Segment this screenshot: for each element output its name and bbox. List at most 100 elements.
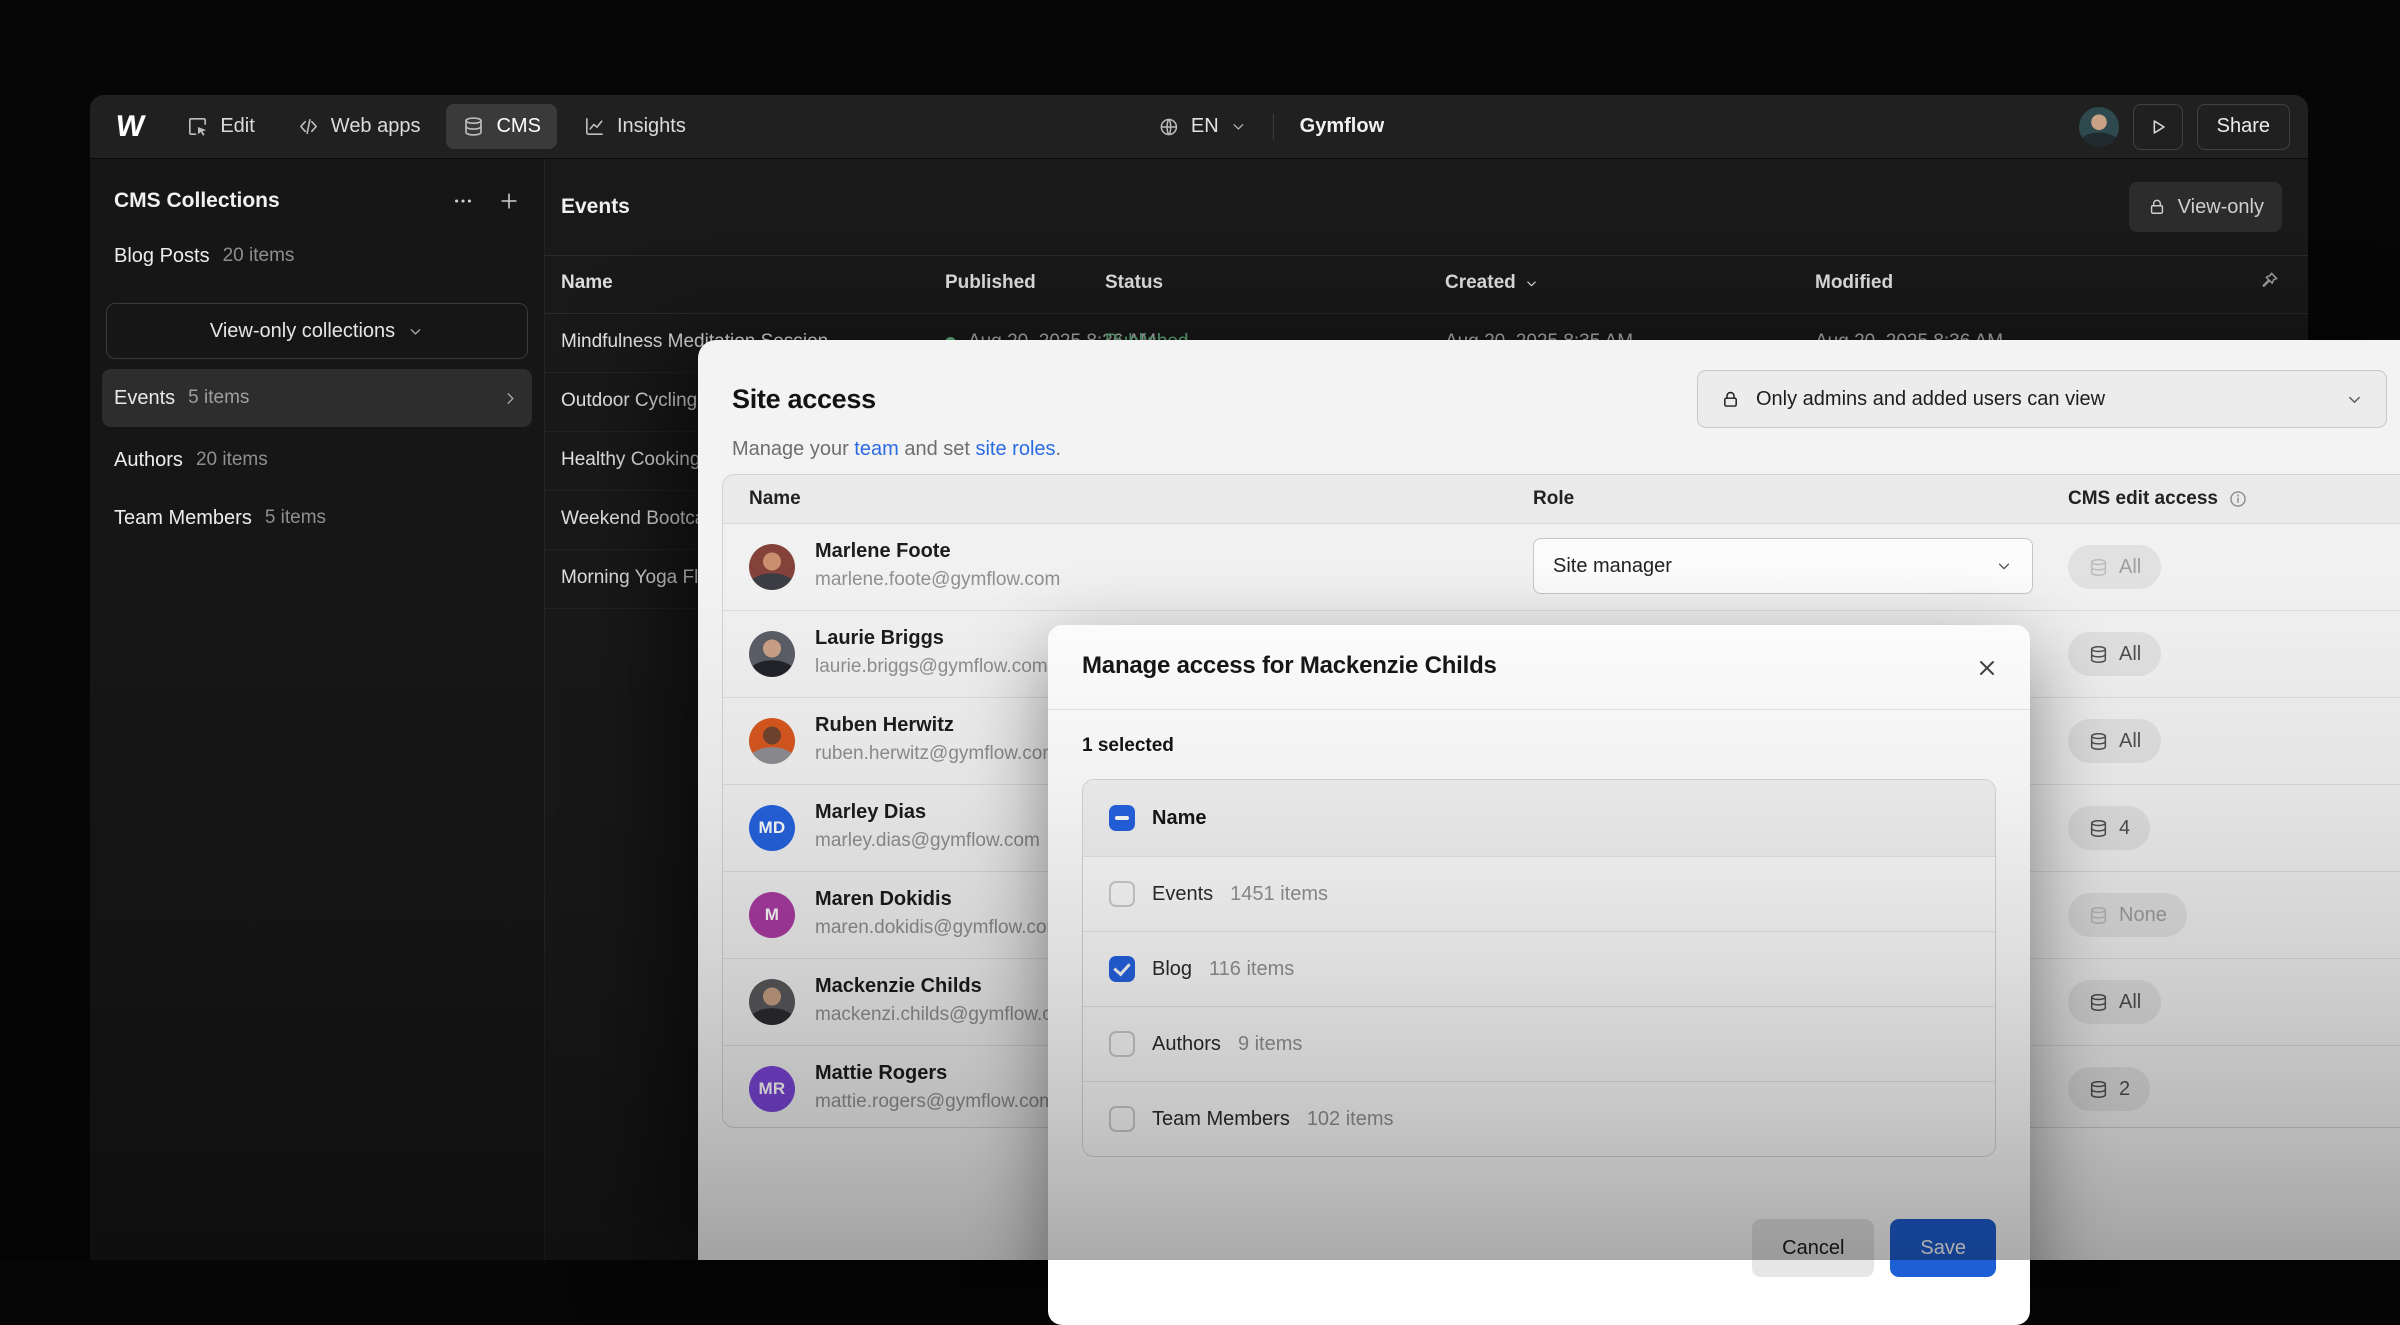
column-published[interactable]: Published — [945, 272, 1036, 294]
navbar-right: Share — [2079, 104, 2290, 150]
cms-access-pill[interactable]: 2 — [2068, 1067, 2150, 1111]
column-status[interactable]: Status — [1105, 272, 1163, 294]
cms-access-pill[interactable]: All — [2068, 719, 2161, 763]
site-roles-link[interactable]: site roles — [975, 438, 1055, 460]
event-name: Outdoor Cycling — [561, 390, 697, 412]
tab-cms-label: CMS — [496, 115, 540, 138]
visibility-dropdown[interactable]: Only admins and added users can view — [1697, 370, 2387, 428]
play-icon — [2147, 116, 2169, 138]
event-name: Healthy Cooking — [561, 449, 700, 471]
events-titlebar: Events View-only — [545, 159, 2308, 255]
user-email: marley.dias@gymflow.com — [815, 830, 1040, 852]
sidebar-item-authors[interactable]: Authors 20 items — [90, 431, 544, 489]
top-navbar: W Edit Web apps CMS Insights EN — [90, 95, 2308, 159]
chevron-down-icon — [1230, 118, 1247, 135]
view-only-badge[interactable]: View-only — [2129, 182, 2282, 232]
chart-icon — [583, 115, 606, 138]
collections-list: Name Events 1451 items Blog 116 items Au… — [1082, 779, 1996, 1157]
column-modified[interactable]: Modified — [1815, 272, 1893, 294]
collection-row-team-members[interactable]: Team Members 102 items — [1083, 1082, 1995, 1156]
checkbox[interactable] — [1109, 881, 1135, 907]
tab-web-apps-label: Web apps — [331, 115, 421, 138]
user-email: marlene.foote@gymflow.com — [815, 569, 1060, 591]
language-selector[interactable]: EN — [1158, 115, 1247, 138]
selected-count: 1 selected — [1082, 735, 1996, 757]
collections-list-header[interactable]: Name — [1083, 780, 1995, 857]
sidebar-item-blog-posts[interactable]: Blog Posts 20 items — [90, 227, 544, 285]
avatar: MD — [749, 805, 795, 851]
site-name: Gymflow — [1300, 115, 1384, 138]
tab-insights[interactable]: Insights — [567, 104, 702, 149]
modal-body: 1 selected Name Events 1451 items Blog 1… — [1082, 709, 1996, 1277]
add-collection-icon[interactable] — [498, 190, 520, 212]
tab-edit[interactable]: Edit — [170, 104, 270, 149]
cms-access-pill[interactable]: None — [2068, 893, 2187, 937]
collection-count: 5 items — [188, 387, 249, 409]
collection-label: Team Members — [114, 507, 252, 530]
globe-icon — [1158, 116, 1180, 138]
checkbox[interactable] — [1109, 956, 1135, 982]
column-name: Name — [749, 488, 801, 510]
navbar-tabs: Edit Web apps CMS Insights — [170, 104, 702, 149]
collection-count: 20 items — [223, 245, 295, 267]
checkbox[interactable] — [1109, 1031, 1135, 1057]
team-link[interactable]: team — [854, 438, 898, 460]
column-cms-edit-access: CMS edit access — [2068, 488, 2248, 510]
column-created[interactable]: Created — [1445, 272, 1539, 294]
collection-row-authors[interactable]: Authors 9 items — [1083, 1007, 1995, 1082]
lock-icon — [2147, 197, 2167, 217]
more-options-icon[interactable] — [452, 190, 474, 212]
avatar — [749, 631, 795, 677]
avatar: M — [749, 892, 795, 938]
tab-insights-label: Insights — [617, 115, 686, 138]
edit-icon — [186, 115, 209, 138]
user-email: mackenzi.childs@gymflow.com — [815, 1004, 1078, 1026]
select-all-checkbox[interactable] — [1109, 805, 1135, 831]
webflow-logo[interactable]: W — [114, 110, 147, 144]
user-name: Marley Dias — [815, 801, 926, 824]
checkbox[interactable] — [1109, 1106, 1135, 1132]
share-label: Share — [2217, 115, 2270, 138]
lock-icon — [1720, 389, 1741, 410]
cancel-button[interactable]: Cancel — [1752, 1219, 1874, 1277]
sidebar-item-events[interactable]: Events 5 items — [102, 369, 532, 427]
chevron-down-icon — [2345, 390, 2364, 409]
cms-access-pill[interactable]: 4 — [2068, 806, 2150, 850]
info-icon[interactable] — [2228, 489, 2248, 509]
user-name: Ruben Herwitz — [815, 714, 954, 737]
user-email: maren.dokidis@gymflow.com — [815, 917, 1062, 939]
collection-label: Blog Posts — [114, 245, 210, 268]
close-icon[interactable] — [1970, 651, 2004, 685]
user-email: ruben.herwitz@gymflow.com — [815, 743, 1058, 765]
manage-access-modal: Manage access for Mackenzie Childs 1 sel… — [1048, 625, 2030, 1325]
user-email: laurie.briggs@gymflow.com — [815, 656, 1048, 678]
user-name: Marlene Foote — [815, 540, 951, 563]
events-table-header: Name Published Status Created Modified — [545, 256, 2308, 314]
sidebar-item-team-members[interactable]: Team Members 5 items — [90, 489, 544, 547]
header-label: Name — [1152, 807, 1206, 830]
collection-row-blog[interactable]: Blog 116 items — [1083, 932, 1995, 1007]
sort-chevron-icon — [1524, 276, 1539, 291]
site-access-table-header: Name Role CMS edit access — [723, 475, 2400, 524]
column-name[interactable]: Name — [561, 272, 613, 294]
view-only-collections-toggle[interactable]: View-only collections — [106, 303, 528, 359]
share-button[interactable]: Share — [2197, 104, 2290, 150]
cms-access-pill[interactable]: All — [2068, 980, 2161, 1024]
column-role: Role — [1533, 488, 1574, 510]
pin-icon[interactable] — [2258, 270, 2280, 292]
cms-access-pill[interactable]: All — [2068, 632, 2161, 676]
tab-web-apps[interactable]: Web apps — [281, 104, 437, 149]
collection-row-events[interactable]: Events 1451 items — [1083, 857, 1995, 932]
preview-button[interactable] — [2133, 104, 2183, 150]
save-button[interactable]: Save — [1890, 1219, 1996, 1277]
toggle-label: View-only collections — [210, 320, 395, 343]
tab-cms[interactable]: CMS — [446, 104, 556, 149]
sidebar-title: CMS Collections — [114, 189, 280, 213]
cms-sidebar: CMS Collections Blog Posts 20 items View… — [90, 159, 545, 1260]
user-name: Mattie Rogers — [815, 1062, 947, 1085]
role-select[interactable]: Site manager — [1533, 538, 2033, 594]
chevron-right-icon — [501, 389, 520, 408]
user-avatar[interactable] — [2079, 107, 2119, 147]
tab-edit-label: Edit — [220, 115, 254, 138]
cms-access-pill[interactable]: All — [2068, 545, 2161, 589]
